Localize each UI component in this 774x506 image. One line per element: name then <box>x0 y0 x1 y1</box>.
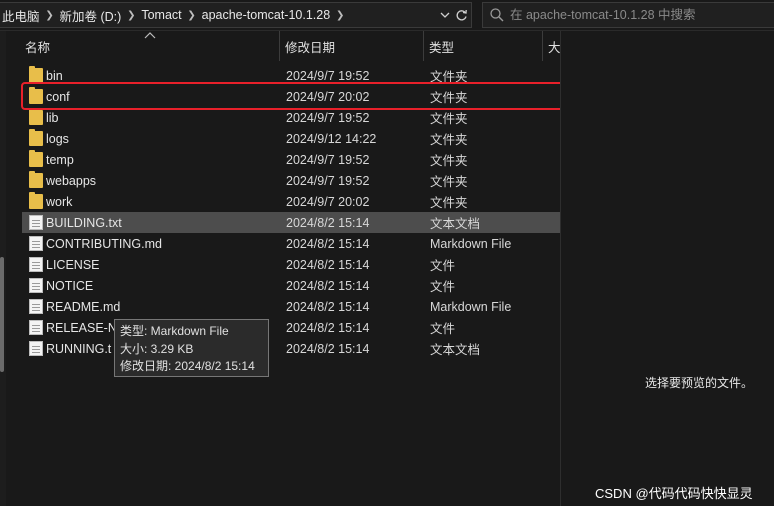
file-icon <box>29 257 43 272</box>
chevron-down-icon[interactable] <box>437 3 453 27</box>
chevron-right-icon[interactable]: ❯ <box>332 10 348 21</box>
file-date: 2024/8/2 15:14 <box>286 278 370 293</box>
search-icon <box>490 8 504 22</box>
file-name: logs <box>46 131 69 146</box>
file-type: 文本文档 <box>430 343 481 357</box>
file-name: bin <box>46 68 63 83</box>
chevron-right-icon[interactable]: ❯ <box>123 10 139 21</box>
address-bar[interactable]: 此电脑 ❯ 新加卷 (D:) ❯ Tomact ❯ apache-tomcat-… <box>0 2 472 28</box>
column-header-type[interactable]: 类型 <box>424 31 543 61</box>
toolbar: 此电脑 ❯ 新加卷 (D:) ❯ Tomact ❯ apache-tomcat-… <box>0 0 774 31</box>
file-row-running-txt[interactable]: RUNNING.t 2024/8/2 15:14 文本文档 <box>22 338 560 359</box>
column-header-name[interactable]: 名称 <box>20 31 280 61</box>
file-row-building-txt[interactable]: BUILDING.txt 2024/8/2 15:14 文本文档 <box>22 212 560 233</box>
text-file-icon <box>29 215 43 230</box>
file-date: 2024/9/7 20:02 <box>286 194 370 209</box>
file-icon <box>29 320 43 335</box>
file-name: lib <box>46 110 59 125</box>
file-name: RUNNING.t <box>46 341 112 356</box>
file-name: NOTICE <box>46 278 94 293</box>
file-date: 2024/8/2 15:14 <box>286 341 370 356</box>
file-name: work <box>46 194 73 209</box>
file-row-license[interactable]: LICENSE 2024/8/2 15:14 文件 <box>22 254 560 275</box>
file-type: 文件夹 <box>430 154 468 168</box>
file-date: 2024/9/7 19:52 <box>286 173 370 188</box>
file-row-logs[interactable]: logs 2024/9/12 14:22 文件夹 <box>22 128 560 149</box>
file-date: 2024/8/2 15:14 <box>286 299 370 314</box>
markdown-file-icon <box>29 236 43 251</box>
markdown-file-icon <box>29 299 43 314</box>
file-type: 文件夹 <box>430 175 468 189</box>
highlight-box <box>21 82 574 110</box>
file-type: 文本文档 <box>430 217 481 231</box>
watermark: CSDN @代码代码快快显灵 <box>595 486 753 501</box>
preview-pane: 选择要预览的文件。 <box>560 31 774 506</box>
file-row-readme-md[interactable]: README.md 2024/8/2 15:14 Markdown File <box>22 296 560 317</box>
tooltip-modified: 修改日期: 2024/8/2 15:14 <box>120 359 255 373</box>
folder-icon <box>29 108 43 125</box>
breadcrumb-current-folder[interactable]: apache-tomcat-10.1.28 <box>200 8 333 22</box>
file-name: README.md <box>46 299 121 314</box>
folder-icon <box>29 66 43 83</box>
file-row-lib[interactable]: lib 2024/9/7 19:52 文件夹 <box>22 107 560 128</box>
refresh-icon[interactable] <box>453 3 469 27</box>
file-name: webapps <box>46 173 97 188</box>
breadcrumb-this-pc[interactable]: 此电脑 <box>0 6 42 25</box>
column-header: 名称 修改日期 类型 大 <box>20 31 561 61</box>
file-row-work[interactable]: work 2024/9/7 20:02 文件夹 <box>22 191 560 212</box>
file-row-notice[interactable]: NOTICE 2024/8/2 15:14 文件 <box>22 275 560 296</box>
breadcrumb-tomact[interactable]: Tomact <box>139 8 183 22</box>
breadcrumb-drive[interactable]: 新加卷 (D:) <box>58 6 124 25</box>
file-name: BUILDING.txt <box>46 215 122 230</box>
navigation-scrollbar[interactable] <box>0 257 4 372</box>
file-type: 文件夹 <box>430 112 468 126</box>
file-info-tooltip: 类型: Markdown File 大小: 3.29 KB 修改日期: 2024… <box>114 319 269 377</box>
file-type: 文件夹 <box>430 133 468 147</box>
file-type: 文件 <box>430 322 456 336</box>
tooltip-size: 大小: 3.29 KB <box>120 341 194 356</box>
file-date: 2024/9/7 19:52 <box>286 110 370 125</box>
file-date: 2024/9/7 19:52 <box>286 68 370 83</box>
column-header-date[interactable]: 修改日期 <box>280 31 424 61</box>
folder-icon <box>29 192 43 209</box>
file-row-release-notes[interactable]: RELEASE-NO 2024/8/2 15:14 文件 <box>22 317 560 338</box>
file-row-temp[interactable]: temp 2024/9/7 19:52 文件夹 <box>22 149 560 170</box>
file-icon <box>29 278 43 293</box>
folder-icon <box>29 129 43 146</box>
file-date: 2024/8/2 15:14 <box>286 257 370 272</box>
folder-icon <box>29 150 43 167</box>
search-box[interactable] <box>482 2 774 28</box>
file-name: temp <box>46 152 74 167</box>
file-date: 2024/9/7 19:52 <box>286 152 370 167</box>
file-type: 文件 <box>430 280 456 294</box>
file-date: 2024/8/2 15:14 <box>286 215 370 230</box>
preview-message: 选择要预览的文件。 <box>645 376 754 390</box>
file-date: 2024/8/2 15:14 <box>286 236 370 251</box>
file-date: 2024/8/2 15:14 <box>286 320 370 335</box>
file-row-contributing-md[interactable]: CONTRIBUTING.md 2024/8/2 15:14 Markdown … <box>22 233 560 254</box>
chevron-right-icon[interactable]: ❯ <box>42 10 58 21</box>
file-type: Markdown File <box>430 236 512 251</box>
file-type: 文件夹 <box>430 196 468 210</box>
tooltip-type: 类型: Markdown File <box>120 324 229 338</box>
file-type: Markdown File <box>430 299 512 314</box>
file-type: 文件 <box>430 259 456 273</box>
search-input[interactable] <box>510 8 770 22</box>
file-name: CONTRIBUTING.md <box>46 236 162 251</box>
file-date: 2024/9/12 14:22 <box>286 131 377 146</box>
chevron-right-icon[interactable]: ❯ <box>184 10 200 21</box>
file-row-webapps[interactable]: webapps 2024/9/7 19:52 文件夹 <box>22 170 560 191</box>
file-name: LICENSE <box>46 257 100 272</box>
text-file-icon <box>29 341 43 356</box>
folder-icon <box>29 171 43 188</box>
